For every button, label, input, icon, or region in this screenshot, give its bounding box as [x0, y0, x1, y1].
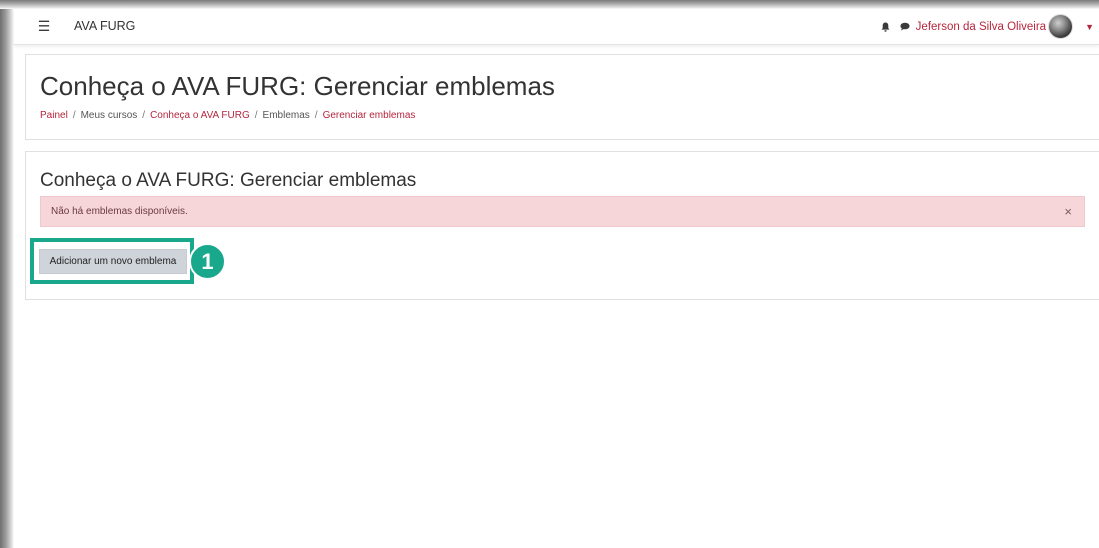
bell-icon[interactable] [881, 22, 890, 32]
breadcrumb: Painel / Meus cursos / Conheça o AVA FURG / Em… [40, 110, 415, 121]
breadcrumb-separator: / [254, 110, 258, 121]
screenshot-shadow-top [0, 0, 1099, 9]
breadcrumb-item-gerenciar-emblemas[interactable]: Gerenciar emblemas [323, 110, 416, 121]
hamburger-icon[interactable]: ☰ [34, 16, 54, 36]
breadcrumb-separator: / [142, 110, 146, 121]
user-menu-area: Jeferson da Silva Oliveira ▼ [881, 9, 1099, 44]
user-name-link[interactable]: Jeferson da Silva Oliveira [916, 21, 1046, 33]
close-icon[interactable]: × [1064, 204, 1072, 219]
top-navbar: ☰ AVA FURG Jeferson da Silva Oliveira ▼ [14, 9, 1099, 45]
avatar[interactable] [1048, 14, 1074, 39]
main-content-card: Conheça o AVA FURG: Gerenciar emblemas N… [25, 151, 1099, 300]
section-title: Conheça o AVA FURG: Gerenciar emblemas [40, 170, 417, 191]
breadcrumb-item-course[interactable]: Conheça o AVA FURG [150, 110, 250, 121]
breadcrumb-item-painel[interactable]: Painel [40, 110, 68, 121]
site-name-link[interactable]: AVA FURG [74, 19, 135, 33]
alert-text: Não há emblemas disponíveis. [51, 206, 188, 217]
alert-no-badges: Não há emblemas disponíveis. × [40, 196, 1085, 227]
caret-down-icon[interactable]: ▼ [1085, 22, 1094, 32]
screenshot-shadow-left [0, 0, 14, 548]
page-title: Conheça o AVA FURG: Gerenciar emblemas [40, 71, 555, 101]
chat-icon[interactable] [900, 22, 910, 31]
breadcrumb-separator: / [72, 110, 76, 121]
add-new-badge-button[interactable]: Adicionar um novo emblema [39, 249, 187, 274]
page-header-card: Conheça o AVA FURG: Gerenciar emblemas P… [25, 54, 1099, 140]
breadcrumb-item-meus-cursos: Meus cursos [80, 110, 138, 121]
breadcrumb-separator: / [314, 110, 318, 121]
step-number-badge: 1 [189, 243, 226, 280]
breadcrumb-item-emblemas: Emblemas [262, 110, 310, 121]
